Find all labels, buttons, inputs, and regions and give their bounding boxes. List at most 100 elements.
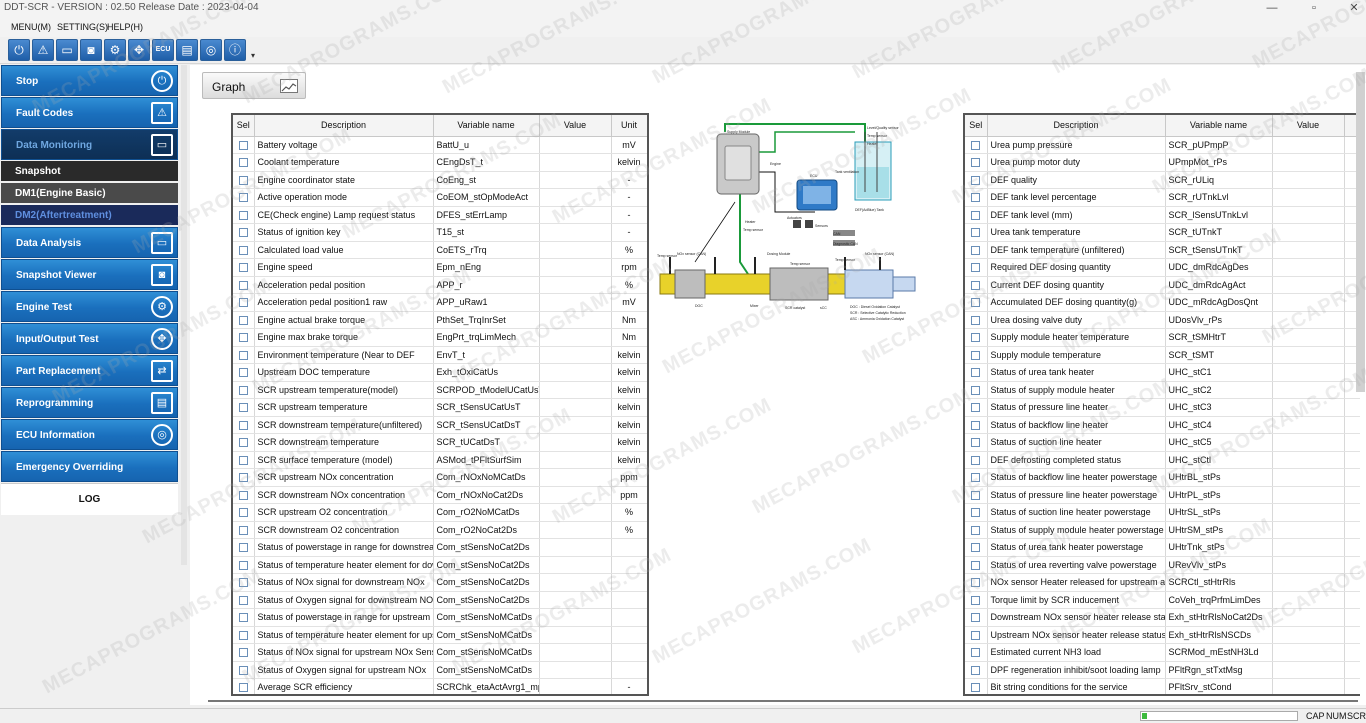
table-row[interactable]: Supply module heater temperature SCR_tSMH… <box>965 328 1360 347</box>
io-icon[interactable]: ✥ <box>128 39 150 61</box>
table-row[interactable]: Status of backflow line heater powerstag… <box>965 468 1360 487</box>
table-row[interactable]: Status of temperature heater element for… <box>233 556 647 574</box>
row-checkbox[interactable] <box>971 490 981 500</box>
table-row[interactable]: Status of backflow line heater UHC_stC4 <box>965 416 1360 434</box>
row-checkbox[interactable] <box>238 175 248 185</box>
table-row[interactable]: Bit string conditions for the service PFl… <box>965 678 1360 694</box>
table-row[interactable]: SCR upstream NOx concentration Com_rNOxNo… <box>233 468 647 487</box>
table-row[interactable]: SCR downstream O2 concentration Com_rO2No… <box>233 521 647 539</box>
row-checkbox[interactable] <box>971 595 981 605</box>
table-row[interactable]: Status of NOx signal for downstream NOx C… <box>233 573 647 592</box>
table-row[interactable]: Required DEF dosing quantity UDC_dmRdcAgD… <box>965 258 1360 277</box>
row-checkbox[interactable] <box>238 438 248 448</box>
table-row[interactable]: Current DEF dosing quantity UDC_dmRdcAgAc… <box>965 276 1360 294</box>
row-checkbox[interactable] <box>238 648 248 658</box>
table-row[interactable]: Accumulated DEF dosing quantity(g) UDC_mR… <box>965 293 1360 312</box>
row-checkbox[interactable] <box>238 298 248 308</box>
table-row[interactable]: Status of ignition key T15_st - <box>233 223 647 242</box>
info-icon[interactable]: ⓘ <box>224 39 246 61</box>
table-row[interactable]: Status of urea tank heater powerstage UHt… <box>965 538 1360 557</box>
content-scrollbar[interactable] <box>1356 72 1365 392</box>
row-checkbox[interactable] <box>238 560 248 570</box>
table-row[interactable]: NOx sensor Heater released for upstream … <box>965 573 1360 592</box>
row-checkbox[interactable] <box>238 630 248 640</box>
table-row[interactable]: Average SCR efficiency SCRChk_etaActAvrg1… <box>233 678 647 694</box>
row-checkbox[interactable] <box>971 508 981 518</box>
nav-fault-codes[interactable]: Fault Codes ⚠ <box>1 97 178 128</box>
row-checkbox[interactable] <box>238 490 248 500</box>
table-row[interactable]: Acceleration pedal position1 raw APP_uRaw… <box>233 293 647 312</box>
table-row[interactable]: Status of supply module heater powerstag… <box>965 521 1360 539</box>
monitor-icon[interactable]: ▭ <box>56 39 78 61</box>
engine-icon[interactable]: ⚙ <box>104 39 126 61</box>
table-row[interactable]: Engine actual brake torque PthSet_TrqInrS… <box>233 311 647 329</box>
row-checkbox[interactable] <box>238 210 248 220</box>
table-row[interactable]: Engine coordinator state CoEng_st - <box>233 171 647 189</box>
row-checkbox[interactable] <box>971 665 981 675</box>
table-row[interactable]: DEF tank temperature (unfiltered) SCR_tSe… <box>965 241 1360 259</box>
table-row[interactable]: SCR upstream temperature SCR_tSensUCatUsT… <box>233 398 647 417</box>
row-checkbox[interactable] <box>238 385 248 395</box>
table-row[interactable]: Supply module temperatureSCR_tSMTk <box>965 346 1360 364</box>
table-row[interactable]: Status of NOx signal for upstream NOx Se… <box>233 643 647 662</box>
table-row[interactable]: Battery voltage BattU_u mV <box>233 136 647 154</box>
row-checkbox[interactable] <box>238 228 248 238</box>
row-checkbox[interactable] <box>971 455 981 465</box>
table-row[interactable]: Urea tank temperatureSCR_tUTnkTk <box>965 223 1360 242</box>
row-checkbox[interactable] <box>238 683 248 693</box>
row-checkbox[interactable] <box>971 245 981 255</box>
row-checkbox[interactable] <box>971 140 981 150</box>
table-row[interactable]: DEF defrosting completed status UHC_stCtl <box>965 451 1360 469</box>
row-checkbox[interactable] <box>238 350 248 360</box>
ecu-icon[interactable]: ECU <box>152 39 174 61</box>
row-checkbox[interactable] <box>238 420 248 430</box>
table-row[interactable]: Upstream DOC temperature Exh_tOxiCatUs kel… <box>233 363 647 382</box>
table-row[interactable]: SCR surface temperature (model) ASMod_tPF… <box>233 451 647 469</box>
table-row[interactable]: Downstream NOx sensor heater release sta… <box>965 608 1360 627</box>
nav-reprogramming[interactable]: Reprogramming ▤ <box>1 387 178 418</box>
row-checkbox[interactable] <box>971 578 981 588</box>
table-row[interactable]: Status of supply module heater UHC_stC2 <box>965 381 1360 399</box>
row-checkbox[interactable] <box>971 263 981 273</box>
table-row[interactable]: Active operation mode CoEOM_stOpModeAct - <box>233 188 647 207</box>
menu-help[interactable]: HELP(H) <box>107 22 143 32</box>
row-checkbox[interactable] <box>971 560 981 570</box>
nav-log[interactable]: LOG <box>1 483 178 515</box>
row-checkbox[interactable] <box>238 158 248 168</box>
graph-button[interactable]: Graph <box>202 72 306 99</box>
table-row[interactable]: SCR downstream temperature SCR_tUCatDsT ke… <box>233 433 647 452</box>
row-checkbox[interactable] <box>971 315 981 325</box>
table-row[interactable]: Engine speed Epm_nEng rpm <box>233 258 647 277</box>
row-checkbox[interactable] <box>971 158 981 168</box>
table-row[interactable]: Acceleration pedal position APP_r% <box>233 276 647 294</box>
table-row[interactable]: Calculated load value CoETS_rTrq% <box>233 241 647 259</box>
row-checkbox[interactable] <box>971 175 981 185</box>
row-checkbox[interactable] <box>238 333 248 343</box>
row-checkbox[interactable] <box>971 368 981 378</box>
table-row[interactable]: SCR upstream O2 concentration Com_rO2NoMC… <box>233 503 647 522</box>
nav-data-monitoring[interactable]: Data Monitoring ▭ <box>1 129 178 160</box>
row-checkbox[interactable] <box>238 140 248 150</box>
table-row[interactable]: Status of powerstage in range for downst… <box>233 538 647 557</box>
row-checkbox[interactable] <box>238 315 248 325</box>
row-checkbox[interactable] <box>238 525 248 535</box>
table-row[interactable]: Status of urea tank heater UHC_stC1 <box>965 363 1360 382</box>
nav-dm1[interactable]: DM1(Engine Basic) <box>1 183 178 203</box>
table-row[interactable]: DEF quality SCR_rULiq <box>965 171 1360 189</box>
nav-engine-test[interactable]: Engine Test ⚙ <box>1 291 178 322</box>
row-checkbox[interactable] <box>238 473 248 483</box>
table-row[interactable]: Urea dosing valve duty UDosVlv_rPs <box>965 311 1360 329</box>
row-checkbox[interactable] <box>971 683 981 693</box>
row-checkbox[interactable] <box>971 280 981 290</box>
row-checkbox[interactable] <box>971 385 981 395</box>
table-row[interactable]: Status of pressure line heater UHC_stC3 <box>965 398 1360 417</box>
table-row[interactable]: SCR downstream NOx concentration Com_rNOx… <box>233 486 647 504</box>
sidebar-scrollbar[interactable] <box>181 65 187 565</box>
nav-stop[interactable]: Stop ⏻ <box>1 65 178 96</box>
nav-snapshot-viewer[interactable]: Snapshot Viewer ◙ <box>1 259 178 290</box>
table-row[interactable]: SCR upstream temperature(model) SCRPOD_tM… <box>233 381 647 399</box>
table-row[interactable]: Urea pump pressureSCR_pUPmpPh <box>965 136 1360 154</box>
row-checkbox[interactable] <box>971 333 981 343</box>
table-row[interactable]: Engine max brake torque EngPrt_trqLimMech… <box>233 328 647 347</box>
table-row[interactable]: SCR downstream temperature(unfiltered) SC… <box>233 416 647 434</box>
